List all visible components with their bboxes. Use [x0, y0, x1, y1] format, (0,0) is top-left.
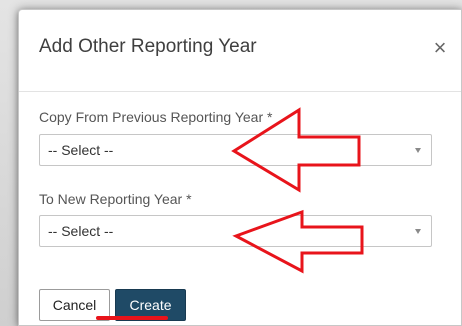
copy-from-year-label: Copy From Previous Reporting Year * — [39, 109, 273, 125]
copy-from-year-selected-value: -- Select -- — [48, 142, 114, 158]
dialog-title: Add Other Reporting Year — [39, 36, 257, 57]
close-icon[interactable]: × — [429, 36, 451, 60]
copy-from-year-select[interactable]: -- Select -- — [39, 134, 432, 166]
to-new-year-selected-value: -- Select -- — [48, 223, 114, 239]
chevron-down-icon — [415, 148, 421, 153]
add-reporting-year-dialog: Add Other Reporting Year × Copy From Pre… — [18, 9, 462, 326]
to-new-year-label: To New Reporting Year * — [39, 191, 192, 207]
dialog-header: Add Other Reporting Year × — [19, 10, 461, 92]
to-new-year-select[interactable]: -- Select -- — [39, 215, 432, 247]
annotation-underline — [96, 316, 168, 320]
chevron-down-icon — [415, 229, 421, 234]
